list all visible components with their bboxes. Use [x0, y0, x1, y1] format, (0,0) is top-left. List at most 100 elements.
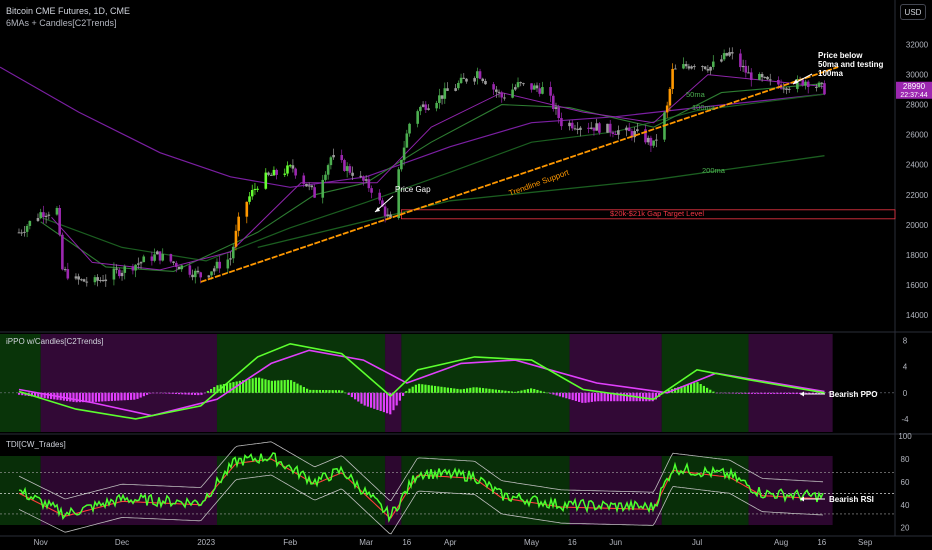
ppo-histogram-bar	[309, 389, 312, 393]
ppo-histogram-bar	[766, 392, 769, 394]
candle-body	[530, 83, 533, 90]
candle-body	[511, 89, 514, 98]
ppo-histogram-bar	[721, 392, 725, 394]
ppo-histogram-bar	[648, 392, 651, 402]
candle-body	[709, 66, 712, 71]
candle-body	[535, 85, 539, 89]
price-tick-label: 14000	[906, 311, 929, 320]
candle-body	[302, 175, 306, 184]
time-tick-label: 16	[568, 538, 577, 547]
chart-canvas[interactable]: 14000 16000 18000 20000 22000 24000 26000 28000…	[0, 0, 932, 550]
ppo-histogram-bar	[702, 385, 705, 393]
candle-body	[617, 130, 620, 135]
candle-body	[101, 280, 105, 282]
candle-body	[495, 89, 498, 92]
candle-body	[400, 159, 403, 170]
candle-body	[386, 214, 390, 217]
candle-body	[229, 258, 232, 260]
candle-body	[307, 185, 311, 187]
ppo-histogram-bar	[283, 380, 286, 393]
candle-body	[459, 77, 463, 83]
ppo-histogram-bar	[776, 392, 779, 394]
ppo-histogram-bar	[497, 389, 501, 393]
candle-body	[671, 68, 674, 89]
ppo-histogram-bar	[709, 389, 712, 393]
ppo-histogram-bar	[129, 392, 133, 400]
ppo-histogram-bar	[523, 389, 526, 393]
ppo-histogram-bar	[197, 392, 200, 396]
ppo-histogram-bar	[593, 392, 597, 402]
candle-body	[267, 172, 270, 175]
candle-body	[256, 188, 259, 190]
candle-body	[359, 175, 363, 177]
ppo-histogram-bar	[744, 392, 747, 394]
ppo-histogram-bar	[382, 392, 385, 413]
candle-body	[340, 155, 344, 161]
ppo-histogram-bar	[72, 392, 75, 402]
candle-body	[196, 270, 200, 273]
candle-body	[85, 281, 89, 283]
ppo-histogram-bar	[475, 387, 478, 393]
candle-body	[115, 268, 118, 270]
candle-body	[169, 254, 173, 262]
candle-body	[554, 107, 558, 109]
candle-body	[549, 87, 552, 96]
ppo-histogram-bar	[187, 392, 190, 395]
time-tick-label: Aug	[774, 538, 788, 547]
candle-body	[722, 53, 726, 60]
candle-body	[665, 105, 669, 113]
ppo-histogram-bar	[433, 385, 437, 393]
ppo-histogram-bar	[769, 392, 773, 394]
candle-body	[77, 276, 80, 280]
ppo-histogram-bar	[760, 392, 763, 394]
time-tick-label: Mar	[359, 538, 373, 547]
ppo-histogram-bar	[577, 392, 581, 402]
candle-body	[522, 83, 525, 85]
ppo-histogram-bar	[789, 392, 792, 394]
candle-body	[142, 256, 146, 263]
price-tick-label: 26000	[906, 131, 929, 140]
candle-body	[766, 76, 769, 80]
ppo-histogram-bar	[395, 392, 398, 406]
ppo-histogram-bar	[94, 392, 97, 402]
ppo-histogram-bar	[494, 389, 497, 393]
candle-body	[758, 74, 761, 80]
candle-body	[345, 166, 349, 171]
candle-body	[435, 102, 438, 109]
candle-body	[749, 72, 753, 80]
currency-button[interactable]: USD	[900, 4, 926, 20]
ppo-histogram-bar	[165, 392, 168, 394]
ppo-histogram-bar	[645, 392, 648, 402]
time-tick-label: 2023	[197, 538, 215, 547]
tdi-tick-label: 60	[901, 478, 910, 487]
candle-body	[674, 68, 677, 70]
price-badge-countdown: 22:37:44	[900, 92, 927, 99]
annotation-200ma: 200ma	[702, 166, 726, 175]
candle-body	[587, 127, 590, 129]
candle-body	[720, 59, 723, 62]
candle-body	[47, 214, 51, 216]
candle-body	[96, 277, 99, 281]
ppo-histogram-bar	[421, 384, 424, 393]
ppo-histogram-bar	[481, 388, 485, 393]
candle-body	[134, 264, 137, 271]
time-tick-label: Dec	[115, 538, 129, 547]
ppo-histogram-bar	[424, 384, 427, 393]
ppo-histogram-bar	[555, 392, 558, 396]
candle-body	[706, 68, 710, 71]
ppo-histogram-bar	[392, 392, 395, 411]
ppo-histogram-bar	[526, 389, 529, 393]
ppo-histogram-bar	[209, 388, 213, 393]
ppo-histogram-bar	[414, 384, 417, 393]
ppo-histogram-bar	[449, 388, 453, 393]
ppo-histogram-bar	[305, 388, 309, 393]
candle-body	[61, 234, 64, 270]
time-tick-label: 16	[402, 538, 411, 547]
ppo-histogram-bar	[379, 392, 382, 412]
candle-body	[28, 220, 32, 226]
ppo-histogram-bar	[478, 387, 481, 393]
candle-body	[551, 95, 555, 109]
candle-body	[74, 276, 78, 279]
price-tick-label: 32000	[906, 41, 929, 50]
overlay-indicator-title[interactable]: 6MAs + Candles[C2Trends]	[6, 18, 116, 28]
